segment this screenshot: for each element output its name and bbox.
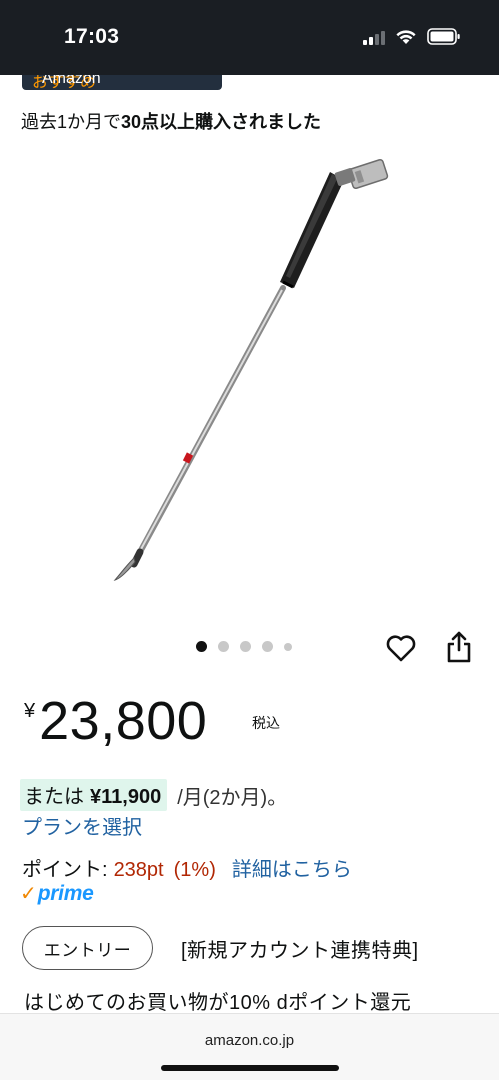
status-icons (363, 28, 461, 45)
product-image[interactable] (100, 150, 400, 590)
points-value: 238pt (113, 859, 164, 881)
status-time: 17:03 (64, 25, 120, 48)
installment-amount: ¥11,900 (90, 786, 162, 808)
status-bar: 17:03 (0, 0, 499, 75)
browser-bottom-bar: amazon.co.jp (0, 1013, 499, 1080)
currency-symbol: ¥ (24, 700, 36, 722)
carousel-dot[interactable] (196, 641, 207, 652)
carousel-dot[interactable] (262, 641, 273, 652)
signal-icon (363, 29, 385, 45)
entry-button[interactable]: エントリー (22, 926, 153, 970)
prime-check-icon: ✓ (20, 883, 37, 905)
heart-icon[interactable] (385, 633, 417, 663)
home-indicator[interactable] (161, 1065, 339, 1071)
installment-offer: または ¥11,900 /月(2か月)。 (20, 779, 287, 811)
installment-highlight: または ¥11,900 (20, 779, 168, 811)
points-percent: (1%) (173, 859, 216, 881)
points-detail-link[interactable]: 詳細はこちら (232, 859, 352, 881)
prime-label: prime (37, 881, 94, 905)
points-info: ポイント: 238pt (1%) 詳細はこちら (22, 853, 352, 882)
purchase-count-text: 過去1か月で30点以上購入されました (21, 108, 321, 134)
promotion-title: [新規アカウント連携特典] (181, 940, 419, 962)
promotion-description: はじめてのお買い物が10% dポイント還元 (24, 992, 412, 1014)
tax-label: 税込 (252, 715, 280, 731)
installment-prefix: または (24, 786, 84, 808)
installment-suffix: /月(2か月)。 (177, 786, 288, 809)
image-carousel-dots[interactable] (196, 641, 292, 652)
battery-icon (427, 28, 460, 45)
purchase-prefix: 過去1か月で (21, 112, 122, 132)
points-label: ポイント: (22, 859, 108, 881)
price-value: 23,800 (39, 691, 208, 751)
purchase-highlight: 30点以上購入されました (121, 112, 322, 132)
select-plan-link[interactable]: プランを選択 (22, 811, 142, 840)
address-bar[interactable]: amazon.co.jp (0, 1032, 499, 1049)
carousel-dot[interactable] (240, 641, 251, 652)
wifi-icon (396, 29, 416, 44)
prime-badge: ✓ prime (20, 881, 94, 906)
carousel-dot[interactable] (284, 642, 292, 651)
carousel-dot[interactable] (218, 641, 229, 652)
share-icon[interactable] (445, 630, 473, 664)
price: ¥ 23,800 (24, 690, 207, 752)
